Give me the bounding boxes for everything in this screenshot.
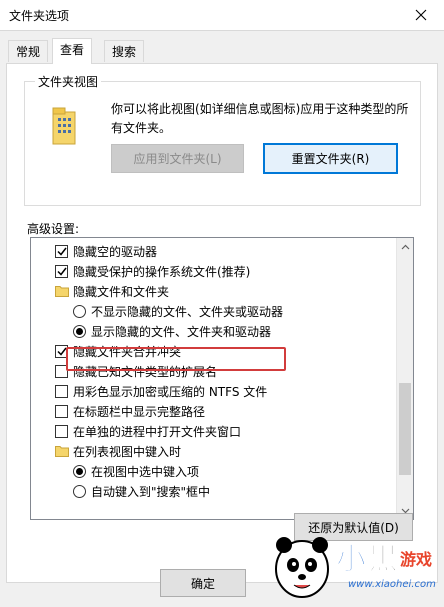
svg-text:www.xiaohei.com: www.xiaohei.com bbox=[348, 579, 436, 590]
tree-group: 隐藏文件和文件夹 bbox=[31, 281, 396, 301]
radio-option[interactable]: 自动键入到"搜索"框中 bbox=[31, 481, 396, 501]
radio-selected[interactable] bbox=[73, 324, 86, 338]
svg-text:黑: 黑 bbox=[368, 542, 398, 577]
tree-group: 在列表视图中键入时 bbox=[31, 441, 396, 461]
checkbox-unchecked[interactable] bbox=[55, 424, 68, 438]
scroll-up-button[interactable] bbox=[397, 238, 413, 255]
radio-unselected[interactable] bbox=[73, 304, 86, 318]
title-bar: 文件夹选项 bbox=[0, 0, 444, 30]
checkbox-option[interactable]: 在单独的进程中打开文件夹窗口 bbox=[31, 421, 396, 441]
advanced-settings-label: 高级设置: bbox=[27, 222, 80, 236]
checkmark-icon bbox=[56, 267, 67, 276]
folder-views-description: 你可以将此视图(如详细信息或图标)应用于这种类型的所有文件夹。 bbox=[111, 102, 409, 135]
option-label: 用彩色显示加密或压缩的 NTFS 文件 bbox=[73, 384, 268, 399]
checkmark-icon bbox=[56, 247, 67, 256]
checkmark-icon bbox=[56, 347, 67, 356]
folder-icon bbox=[55, 285, 69, 297]
scroll-thumb[interactable] bbox=[399, 383, 411, 475]
radio-unselected[interactable] bbox=[73, 484, 86, 498]
checkbox-option[interactable]: 用彩色显示加密或压缩的 NTFS 文件 bbox=[31, 381, 396, 401]
checkbox-option[interactable]: 隐藏空的驱动器 bbox=[31, 241, 396, 261]
advanced-settings-list[interactable]: 隐藏空的驱动器隐藏受保护的操作系统文件(推荐) 隐藏文件和文件夹不显示隐藏的文件、… bbox=[30, 237, 414, 520]
window-title: 文件夹选项 bbox=[9, 9, 70, 23]
option-label: 不显示隐藏的文件、文件夹或驱动器 bbox=[91, 304, 284, 319]
option-label: 隐藏空的驱动器 bbox=[73, 244, 158, 259]
folder-views-legend: 文件夹视图 bbox=[35, 73, 102, 90]
radio-dot bbox=[76, 327, 83, 335]
option-label: 隐藏受保护的操作系统文件(推荐) bbox=[73, 264, 251, 279]
close-icon bbox=[415, 9, 427, 21]
option-label: 在列表视图中键入时 bbox=[73, 444, 182, 459]
ok-button[interactable]: 确定 bbox=[160, 569, 246, 597]
option-label: 自动键入到"搜索"框中 bbox=[91, 484, 211, 499]
checkbox-option[interactable]: 在标题栏中显示完整路径 bbox=[31, 401, 396, 421]
checkbox-checked[interactable] bbox=[55, 264, 68, 278]
checkbox-unchecked[interactable] bbox=[55, 384, 68, 398]
radio-dot bbox=[76, 467, 83, 475]
radio-option[interactable]: 显示隐藏的文件、文件夹和驱动器 bbox=[31, 321, 396, 341]
option-label: 在单独的进程中打开文件夹窗口 bbox=[73, 424, 242, 439]
highlight-box bbox=[66, 347, 286, 371]
tab-view[interactable]: 查看 bbox=[52, 38, 93, 64]
apply-to-folders-button[interactable]: 应用到文件夹(L) bbox=[111, 144, 244, 173]
option-label: 隐藏文件和文件夹 bbox=[73, 284, 170, 299]
radio-option[interactable]: 在视图中选中键入项 bbox=[31, 461, 396, 481]
watermark-logo: 小 黑 游戏 www.xiaohei.com bbox=[264, 517, 444, 607]
option-label: 在视图中选中键入项 bbox=[91, 464, 200, 479]
radio-option[interactable]: 不显示隐藏的文件、文件夹或驱动器 bbox=[31, 301, 396, 321]
folder-views-group: 文件夹视图 你可以将此视图(如详细信息或图标)应用于这种类型的所有文件夹。 应用… bbox=[24, 73, 421, 206]
close-button[interactable] bbox=[398, 0, 444, 30]
reset-folders-button[interactable]: 重置文件夹(R) bbox=[263, 143, 398, 174]
svg-text:小: 小 bbox=[336, 542, 366, 577]
option-label: 显示隐藏的文件、文件夹和驱动器 bbox=[91, 324, 272, 339]
tab-general[interactable]: 常规 bbox=[8, 40, 49, 62]
svg-text:游戏: 游戏 bbox=[400, 550, 432, 569]
folder-icon bbox=[55, 445, 69, 457]
checkbox-checked[interactable] bbox=[55, 244, 68, 258]
folder-view-icon bbox=[51, 106, 77, 149]
radio-selected[interactable] bbox=[73, 464, 86, 478]
tab-search[interactable]: 搜索 bbox=[104, 40, 145, 62]
option-label: 在标题栏中显示完整路径 bbox=[73, 404, 206, 419]
chevron-up-icon bbox=[401, 244, 410, 249]
checkbox-unchecked[interactable] bbox=[55, 404, 68, 418]
checkbox-option[interactable]: 隐藏受保护的操作系统文件(推荐) bbox=[31, 261, 396, 281]
vertical-scrollbar[interactable] bbox=[396, 238, 413, 519]
